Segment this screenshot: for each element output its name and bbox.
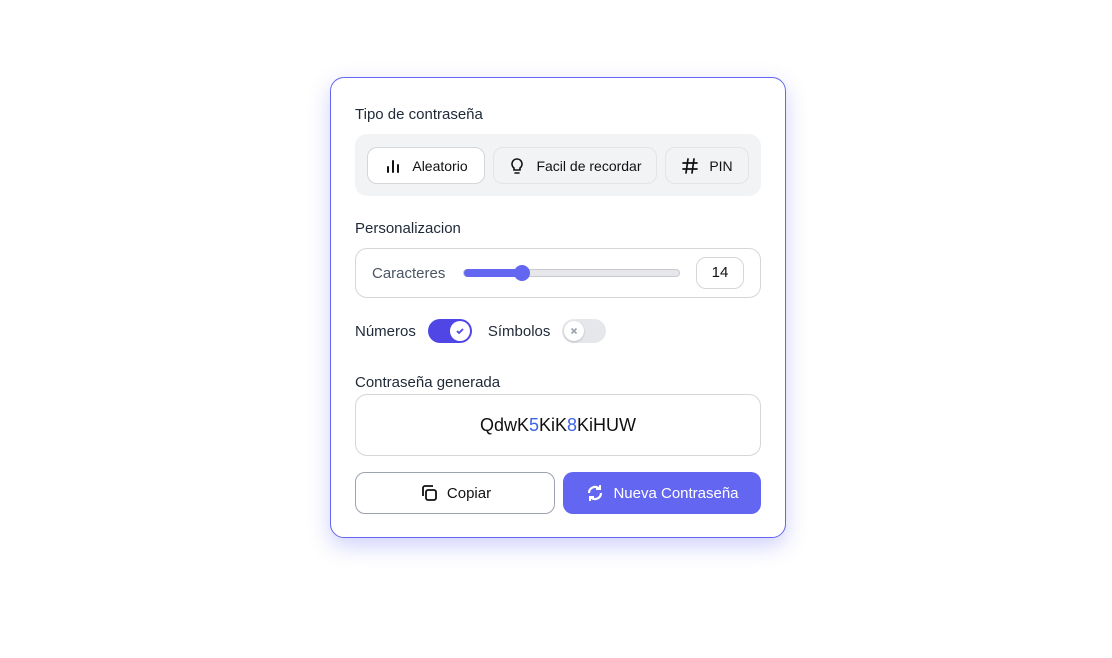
refresh-icon (588, 485, 603, 501)
x-icon (564, 321, 585, 341)
password-chars: KiHUW (577, 415, 637, 435)
options-row: Números Símbolos (355, 319, 622, 343)
bar-chart-icon (387, 159, 400, 173)
generated-password: QdwK5KiK8KiHUW (355, 394, 761, 456)
type-option-label: Aleatorio (412, 157, 468, 174)
length-input[interactable]: 14 (696, 257, 744, 289)
symbols-label: Símbolos (487, 322, 551, 340)
copy-button[interactable]: Copiar (355, 472, 555, 514)
type-option-aleatorio[interactable]: Aleatorio (367, 147, 485, 184)
lightbulb-icon (511, 157, 524, 174)
password-generator-card: Tipo de contraseña Aleatorio Facil de re… (330, 77, 786, 538)
copy-label: Copiar (446, 484, 492, 502)
password-type-selector: Aleatorio Facil de recordar PIN (355, 134, 761, 196)
copy-icon (422, 485, 437, 501)
hash-icon (682, 157, 699, 174)
custom-section-label: Personalizacion (355, 220, 461, 237)
password-digit: 8 (567, 415, 578, 435)
type-option-label: PIN (709, 157, 733, 174)
generated-label: Contraseña generada (355, 374, 501, 391)
new-password-button[interactable]: Nueva Contraseña (563, 472, 761, 514)
type-option-facil[interactable]: Facil de recordar (493, 147, 657, 184)
check-icon (449, 321, 470, 341)
slider-thumb[interactable] (514, 265, 531, 281)
length-label: Caracteres (372, 265, 446, 282)
length-control: Caracteres 14 (355, 248, 761, 298)
new-password-label: Nueva Contraseña (613, 484, 739, 502)
type-option-label: Facil de recordar (536, 157, 642, 174)
symbols-toggle[interactable] (562, 319, 607, 343)
password-chars: QdwK (479, 415, 529, 435)
length-slider[interactable] (463, 265, 680, 281)
numbers-label: Números (355, 322, 416, 340)
type-section-label: Tipo de contraseña (355, 106, 483, 123)
type-option-pin[interactable]: PIN (665, 147, 749, 184)
password-digit: 5 (528, 415, 539, 435)
numbers-toggle[interactable] (427, 319, 472, 343)
password-chars: KiK (539, 415, 568, 435)
